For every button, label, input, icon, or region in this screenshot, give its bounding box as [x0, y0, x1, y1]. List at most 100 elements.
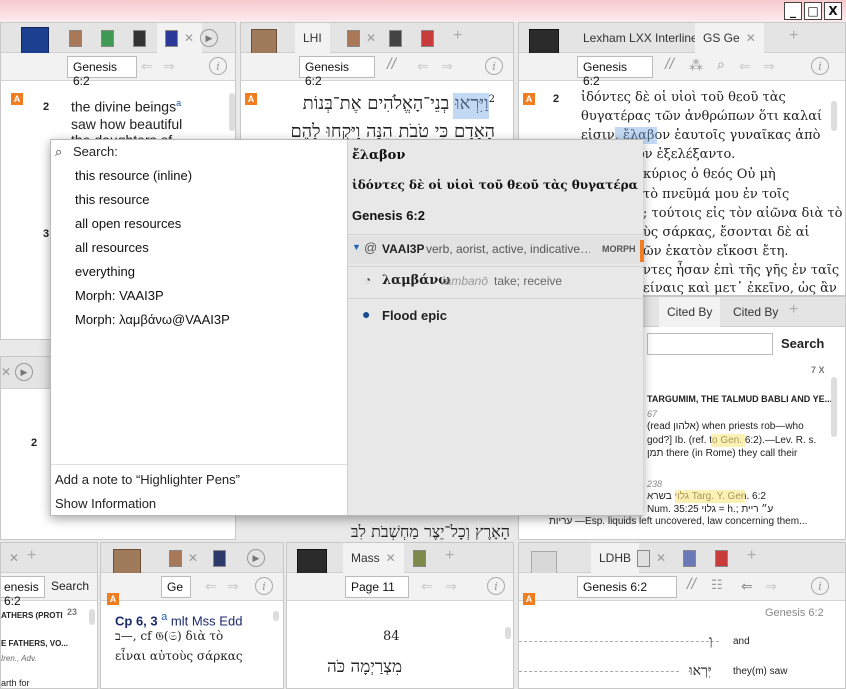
search-icon[interactable]: ⌕: [717, 56, 725, 73]
morph-row[interactable]: ▼ @ VAAI3P verb, aorist, active, indicat…: [348, 236, 644, 264]
menu-item-all-open-resources[interactable]: all open resources: [75, 216, 181, 231]
add-note-menu-item[interactable]: Add a note to “Highlighter Pens”: [55, 472, 240, 487]
menu-item-morph[interactable]: Morph: VAAI3P: [75, 288, 164, 303]
link-set-a-icon[interactable]: A: [245, 93, 257, 105]
result-title[interactable]: ATHERS (PROTI: [1, 611, 63, 620]
search-button[interactable]: Search: [781, 336, 824, 351]
show-information-menu-item[interactable]: Show Information: [55, 496, 156, 511]
tab-mass[interactable]: Mass ✕: [343, 543, 404, 573]
visual-filter-icon[interactable]: ⁂: [689, 57, 703, 74]
hebrew-word[interactable]: יִּרְאוּ: [689, 663, 712, 680]
tab-lhi[interactable]: LHI: [295, 23, 330, 53]
maximize-button[interactable]: □: [804, 2, 822, 20]
tab-resource[interactable]: [405, 543, 434, 573]
close-tab-icon[interactable]: ✕: [188, 551, 198, 565]
link-set-a-icon[interactable]: A: [107, 593, 119, 605]
reference-input[interactable]: Ge: [161, 576, 191, 598]
page-input[interactable]: Page 11: [345, 576, 409, 598]
tab-gs-ge[interactable]: GS Ge ✕: [695, 23, 764, 53]
apparatus-note[interactable]: a: [161, 611, 167, 623]
close-button[interactable]: X: [824, 2, 842, 20]
back-arrow-icon[interactable]: ⇐: [205, 578, 217, 595]
menu-item-this-resource[interactable]: this resource: [75, 192, 149, 207]
tab-resource[interactable]: [413, 23, 442, 53]
menu-item-morph-lemma[interactable]: Morph: λαμβάνω@VAAI3P: [75, 312, 230, 327]
lemma-row[interactable]: ◔ λαμβάνω lambanō take; receive: [348, 268, 644, 296]
selected-reference[interactable]: Genesis 6:2: [352, 208, 425, 223]
close-tab-icon[interactable]: ✕: [656, 551, 666, 565]
play-icon[interactable]: ▶: [200, 29, 218, 47]
tab-resource[interactable]: ✕: [1, 543, 27, 573]
menu-item-everything[interactable]: everything: [75, 264, 135, 279]
scrollbar[interactable]: [505, 627, 511, 639]
add-tab-icon[interactable]: +: [789, 301, 798, 319]
tab-resource-2[interactable]: [93, 23, 122, 53]
forward-arrow-icon[interactable]: ⇒: [765, 578, 777, 595]
footnote-marker[interactable]: a: [176, 98, 181, 108]
info-icon[interactable]: i: [485, 57, 503, 75]
tab-resource[interactable]: ✕: [161, 543, 206, 573]
info-icon[interactable]: i: [487, 577, 505, 595]
tab-resource-3[interactable]: [125, 23, 154, 53]
back-arrow-icon[interactable]: ⇐: [421, 578, 433, 595]
hebrew-word[interactable]: וְ: [709, 633, 713, 650]
menu-item-all-resources[interactable]: all resources: [75, 240, 149, 255]
reference-input[interactable]: Genesis 6:2: [577, 576, 677, 598]
result-title[interactable]: TARGUMIM, THE TALMUD BABLI AND YE...: [647, 394, 832, 404]
tab-resource[interactable]: ✕: [629, 543, 674, 573]
info-icon[interactable]: i: [811, 577, 829, 595]
tab-resource[interactable]: [707, 543, 736, 573]
close-tab-icon[interactable]: ✕: [386, 551, 396, 565]
tab-resource-4[interactable]: ✕: [157, 23, 202, 53]
selected-word[interactable]: ἔλαβον: [352, 148, 405, 163]
close-tab-icon[interactable]: ✕: [1, 365, 11, 379]
parallel-icon[interactable]: //: [665, 56, 674, 74]
result-title[interactable]: E FATHERS, VO...: [1, 639, 68, 648]
tab-cited-by-2[interactable]: Cited By: [725, 297, 786, 327]
close-tab-icon[interactable]: ✕: [9, 551, 19, 565]
scrollbar[interactable]: [831, 101, 837, 131]
back-arrow-icon[interactable]: ⇐: [739, 58, 751, 75]
close-tab-icon[interactable]: ✕: [746, 31, 756, 45]
columns-icon[interactable]: ☷: [711, 577, 723, 593]
add-tab-icon[interactable]: +: [453, 27, 462, 45]
info-icon[interactable]: i: [209, 57, 227, 75]
add-tab-icon[interactable]: +: [445, 547, 454, 565]
tab-cited-by[interactable]: Cited By: [659, 297, 720, 327]
forward-arrow-icon[interactable]: ⇒: [227, 578, 239, 595]
topic-row[interactable]: ● Flood epic: [348, 304, 644, 332]
forward-arrow-icon[interactable]: ⇒: [445, 578, 457, 595]
close-tab-icon[interactable]: ✕: [184, 31, 194, 45]
back-arrow-icon[interactable]: ⇐: [741, 578, 753, 595]
add-tab-icon[interactable]: +: [789, 27, 798, 45]
link-set-a-icon[interactable]: A: [523, 93, 535, 105]
forward-arrow-icon[interactable]: ⇒: [441, 58, 453, 75]
back-arrow-icon[interactable]: ⇐: [417, 58, 429, 75]
reference-input[interactable]: enesis 6:2: [0, 576, 45, 598]
search-button[interactable]: Search: [51, 579, 89, 593]
link-set-a-icon[interactable]: A: [523, 593, 535, 605]
search-input[interactable]: [647, 333, 773, 355]
reference-input[interactable]: Genesis 6:2: [577, 56, 653, 78]
add-tab-icon[interactable]: +: [27, 547, 36, 565]
info-icon[interactable]: i: [255, 577, 273, 595]
tab-resource[interactable]: [205, 543, 234, 573]
forward-arrow-icon[interactable]: ⇒: [163, 58, 175, 75]
play-icon[interactable]: ▶: [247, 549, 265, 567]
minimize-button[interactable]: _: [784, 2, 802, 20]
parallel-icon[interactable]: //: [387, 56, 396, 74]
parallel-icon[interactable]: //: [687, 576, 696, 594]
forward-arrow-icon[interactable]: ⇒: [763, 58, 775, 75]
scrollbar[interactable]: [89, 609, 95, 625]
reference-input[interactable]: Genesis 6:2: [67, 56, 137, 78]
close-tab-icon[interactable]: ✕: [366, 31, 376, 45]
link-set-a-icon[interactable]: A: [11, 93, 23, 105]
tab-resource-1[interactable]: [61, 23, 90, 53]
reference-input[interactable]: Genesis 6:2: [299, 56, 375, 78]
tab-resource[interactable]: [381, 23, 410, 53]
scrollbar[interactable]: [831, 377, 837, 437]
info-icon[interactable]: i: [811, 57, 829, 75]
selected-context[interactable]: ἰδόντες δὲ οἱ υἱοὶ τοῦ θεοῦ τὰς θυγατέρα…: [352, 178, 638, 192]
expand-triangle-icon[interactable]: ▼: [352, 242, 361, 252]
scrollbar[interactable]: [229, 93, 235, 131]
